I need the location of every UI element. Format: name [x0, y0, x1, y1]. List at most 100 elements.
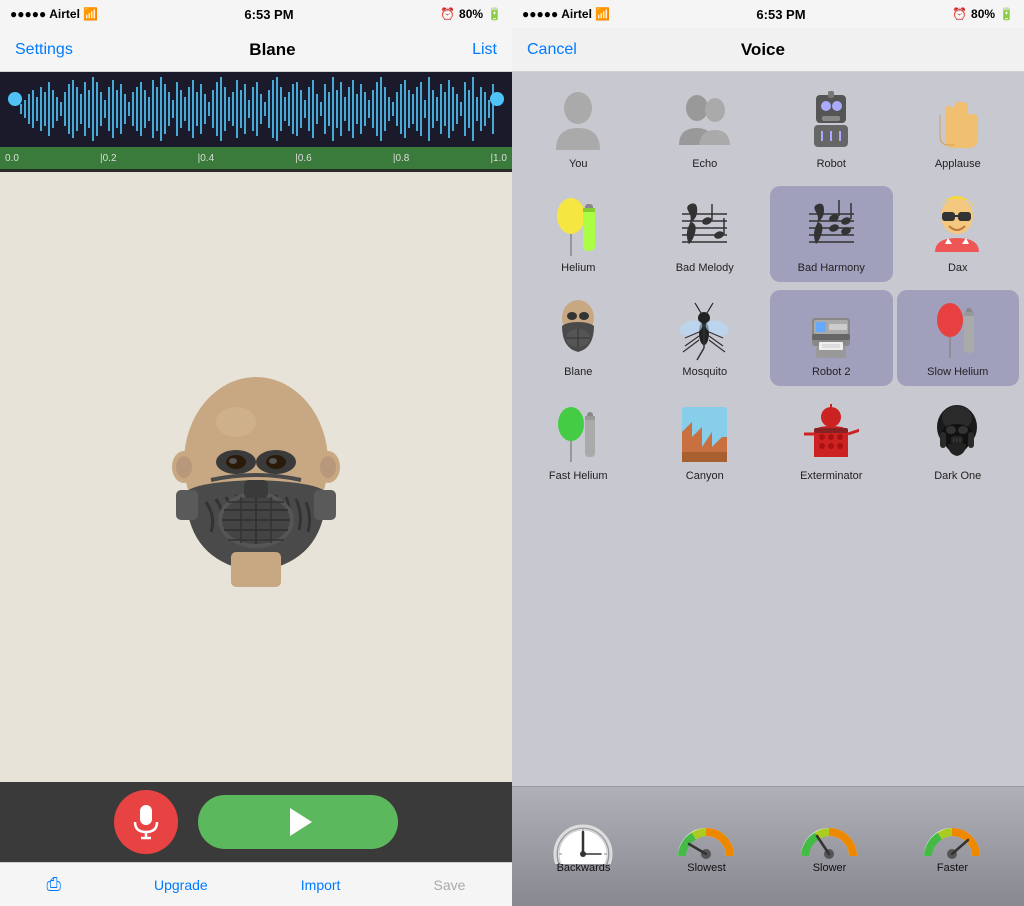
settings-button[interactable]: Settings: [15, 41, 73, 59]
record-button[interactable]: [114, 790, 178, 854]
marker-04: |0.4: [198, 153, 215, 164]
mic-icon: [131, 804, 161, 840]
marker-10: |1.0: [490, 153, 507, 164]
right-panel: ●●●●● Airtel 📶 6:53 PM ⏰ 80% 🔋 Cancel Vo…: [512, 0, 1024, 906]
dark-one-label: Dark One: [934, 470, 981, 482]
waveform-timeline: 0.0 |0.2 |0.4 |0.6 |0.8 |1.0: [0, 147, 512, 169]
speed-item-backwards[interactable]: Backwards: [551, 814, 616, 874]
bane-svg: [156, 362, 356, 592]
voice-grid: You Echo: [512, 72, 1024, 786]
carrier-right: Airtel: [561, 7, 592, 21]
echo-label: Echo: [692, 158, 717, 170]
fast-helium-label: Fast Helium: [549, 470, 608, 482]
voice-item-bad-melody[interactable]: Bad Melody: [644, 186, 767, 282]
marker-08: |0.8: [393, 153, 410, 164]
bad-melody-label: Bad Melody: [676, 262, 734, 274]
slow-helium-label: Slow Helium: [927, 366, 988, 378]
speed-item-faster[interactable]: Faster: [920, 814, 985, 874]
bane-face: [156, 362, 356, 592]
helium-label: Helium: [561, 262, 595, 274]
speed-item-slower[interactable]: Slower: [797, 814, 862, 874]
time-right: 6:53 PM: [756, 7, 805, 22]
backwards-gauge: [551, 814, 616, 859]
upgrade-button[interactable]: Upgrade: [154, 877, 208, 893]
canyon-label: Canyon: [686, 470, 724, 482]
left-panel: ●●●●● Airtel 📶 6:53 PM ⏰ 80% 🔋 Settings …: [0, 0, 512, 906]
save-button[interactable]: Save: [434, 877, 466, 893]
voice-item-canyon[interactable]: Canyon: [644, 394, 767, 490]
timeline-markers: 0.0 |0.2 |0.4 |0.6 |0.8 |1.0: [5, 153, 507, 164]
alarm-icon-right: ⏰: [952, 7, 967, 21]
voice-item-exterminator[interactable]: Exterminator: [770, 394, 893, 490]
play-button[interactable]: [198, 795, 398, 849]
nav-bar-right: Cancel Voice: [512, 28, 1024, 72]
mosquito-label: Mosquito: [682, 366, 727, 378]
carrier-left: Airtel: [49, 7, 80, 21]
list-button[interactable]: List: [472, 41, 497, 59]
time-left: 6:53 PM: [244, 7, 293, 22]
voice-item-echo[interactable]: Echo: [644, 82, 767, 178]
dark-one-icon: [928, 402, 988, 467]
waveform-svg: [0, 72, 512, 147]
marker-0: 0.0: [5, 153, 19, 164]
status-bar-right: ●●●●● Airtel 📶 6:53 PM ⏰ 80% 🔋: [512, 0, 1024, 28]
canyon-icon: [675, 402, 735, 467]
status-left-right: ●●●●● Airtel 📶: [522, 7, 610, 21]
slower-gauge: [797, 814, 862, 859]
robot-icon: [801, 90, 861, 155]
signal-dots: ●●●●●: [10, 7, 46, 21]
dax-label: Dax: [948, 262, 968, 274]
speed-item-slowest[interactable]: Slowest: [674, 814, 739, 874]
status-right-left: ⏰ 80% 🔋: [440, 7, 502, 21]
voice-item-helium[interactable]: Helium: [517, 186, 640, 282]
waveform-handle-left[interactable]: [8, 92, 22, 106]
battery-icon-left: 🔋: [487, 7, 502, 21]
blane-icon: [548, 298, 608, 363]
cancel-button[interactable]: Cancel: [527, 41, 577, 59]
voice-item-dax[interactable]: Dax: [897, 186, 1020, 282]
you-label: You: [569, 158, 588, 170]
slow-helium-icon: [928, 298, 988, 363]
blane-label: Blane: [564, 366, 592, 378]
bottom-controls: [0, 782, 512, 862]
voice-item-blane[interactable]: Blane: [517, 290, 640, 386]
signal-dots-right: ●●●●●: [522, 7, 558, 21]
voice-item-bad-harmony[interactable]: Bad Harmony: [770, 186, 893, 282]
waveform-container: 0.0 |0.2 |0.4 |0.6 |0.8 |1.0: [0, 72, 512, 172]
voice-item-you[interactable]: You: [517, 82, 640, 178]
voice-item-slow-helium[interactable]: Slow Helium: [897, 290, 1020, 386]
voice-item-mosquito[interactable]: Mosquito: [644, 290, 767, 386]
alarm-icon: ⏰: [440, 7, 455, 21]
right-nav-title: Voice: [741, 40, 785, 60]
bottom-toolbar-left: ⎙ Upgrade Import Save: [0, 862, 512, 906]
wifi-icon-right: 📶: [595, 7, 610, 21]
voice-item-applause[interactable]: Applause: [897, 82, 1020, 178]
mosquito-icon: [675, 298, 735, 363]
waveform-handle-right[interactable]: [490, 92, 504, 106]
robot2-icon: [801, 298, 861, 363]
bad-melody-icon: [675, 194, 735, 259]
exterminator-icon: [801, 402, 861, 467]
main-content: [0, 172, 512, 782]
voice-item-dark-one[interactable]: Dark One: [897, 394, 1020, 490]
bad-harmony-label: Bad Harmony: [798, 262, 865, 274]
voice-item-fast-helium[interactable]: Fast Helium: [517, 394, 640, 490]
status-bar-left: ●●●●● Airtel 📶 6:53 PM ⏰ 80% 🔋: [0, 0, 512, 28]
voice-item-robot2[interactable]: Robot 2: [770, 290, 893, 386]
status-left: ●●●●● Airtel 📶: [10, 7, 98, 21]
slowest-gauge: [674, 814, 739, 859]
voice-item-robot[interactable]: Robot: [770, 82, 893, 178]
robot2-label: Robot 2: [812, 366, 851, 378]
faster-gauge: [920, 814, 985, 859]
fast-helium-icon: [548, 402, 608, 467]
bad-harmony-icon: [801, 194, 861, 259]
echo-icon: [675, 90, 735, 155]
waveform-canvas: [0, 72, 512, 147]
battery-right: 80%: [971, 7, 995, 21]
share-button[interactable]: ⎙: [47, 874, 61, 895]
dax-icon: [928, 194, 988, 259]
speed-section: Backwards Slowest: [512, 786, 1024, 906]
robot-label: Robot: [817, 158, 846, 170]
import-button[interactable]: Import: [301, 877, 341, 893]
play-icon: [290, 808, 312, 836]
